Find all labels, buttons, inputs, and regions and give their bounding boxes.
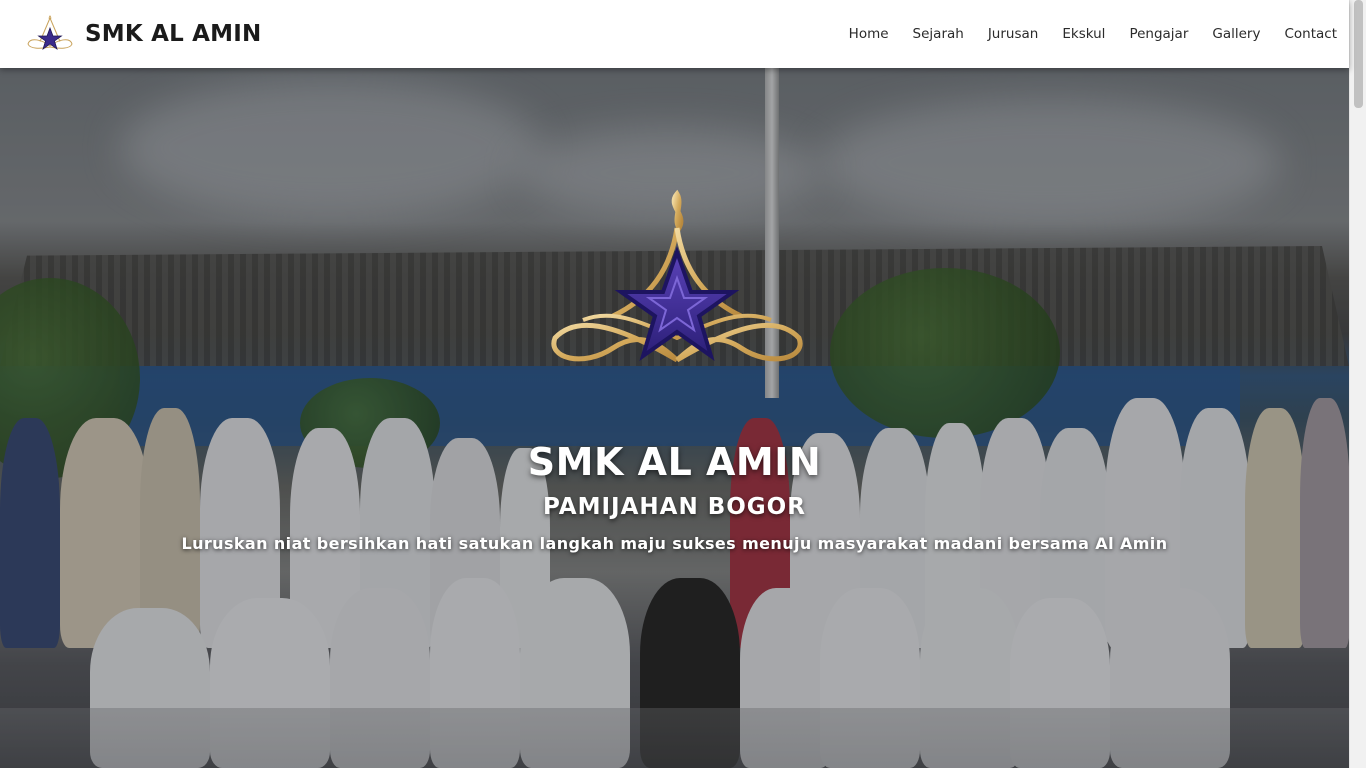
nav-pengajar[interactable]: Pengajar xyxy=(1129,26,1188,42)
hero-section: SMK AL AMIN PAMIJAHAN BOGOR Luruskan nia… xyxy=(0,68,1349,768)
nav-ekskul[interactable]: Ekskul xyxy=(1062,26,1105,42)
brand[interactable]: SMK AL AMIN xyxy=(25,14,261,54)
nav-contact[interactable]: Contact xyxy=(1284,26,1337,42)
nav-jurusan[interactable]: Jurusan xyxy=(988,26,1039,42)
scrollbar-thumb[interactable] xyxy=(1354,0,1363,108)
hero-tagline: Luruskan niat bersihkan hati satukan lan… xyxy=(181,534,1168,553)
navbar: SMK AL AMIN Home Sejarah Jurusan Ekskul … xyxy=(0,0,1349,68)
nav-gallery[interactable]: Gallery xyxy=(1212,26,1260,42)
page-scrollbar[interactable] xyxy=(1349,0,1366,768)
hero-subtitle: PAMIJAHAN BOGOR xyxy=(543,494,806,520)
nav-home[interactable]: Home xyxy=(849,26,889,42)
star-ornament-icon xyxy=(27,15,73,50)
hero-title: SMK AL AMIN xyxy=(527,440,822,484)
nav-sejarah[interactable]: Sejarah xyxy=(913,26,964,42)
brand-name: SMK AL AMIN xyxy=(85,21,262,47)
hero-overlay xyxy=(0,68,1349,768)
main-nav: Home Sejarah Jurusan Ekskul Pengajar Gal… xyxy=(849,0,1337,68)
star-ornament-icon xyxy=(551,189,803,363)
